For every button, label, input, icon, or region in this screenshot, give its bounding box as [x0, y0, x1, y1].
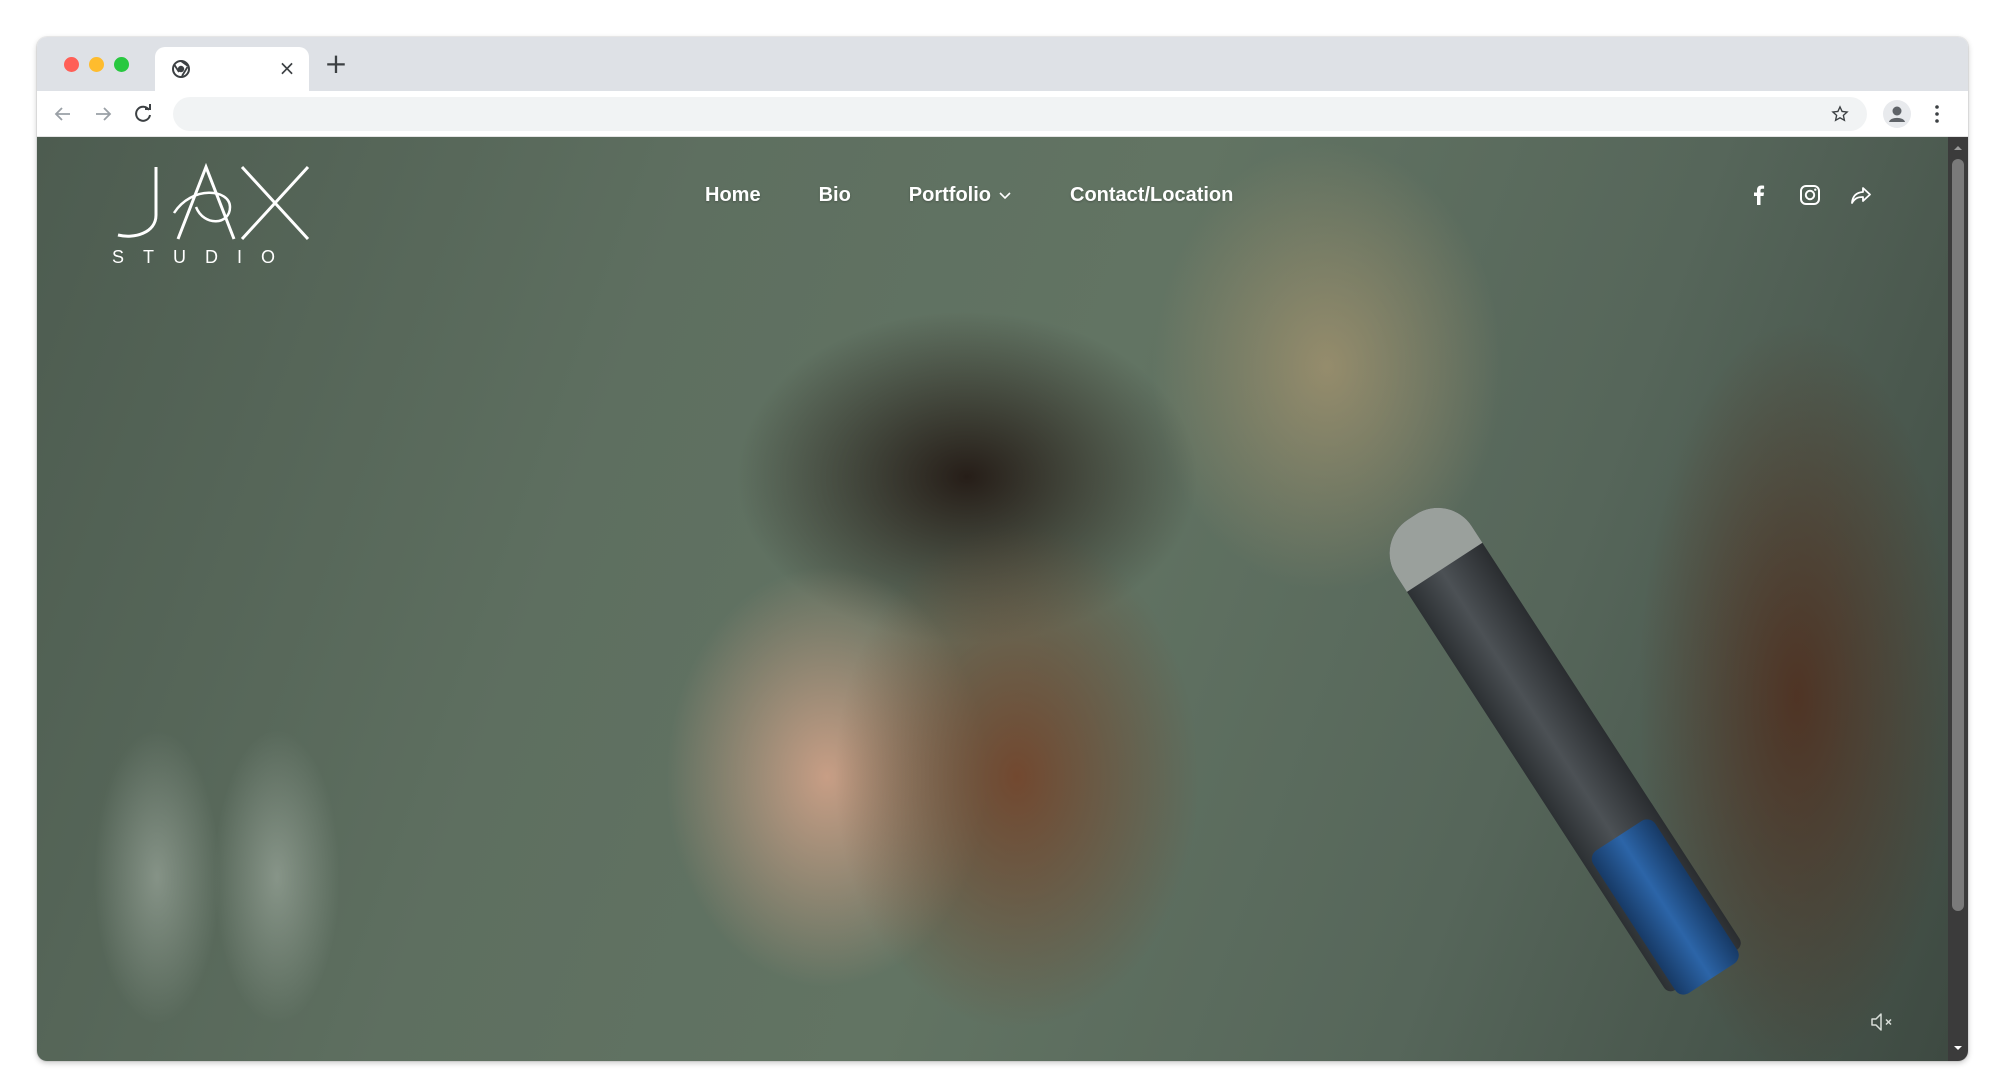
- nav-bio-link[interactable]: Bio: [819, 184, 851, 207]
- logo-subtitle: STUDIO: [112, 247, 295, 267]
- tab-close-icon[interactable]: ×: [277, 57, 297, 79]
- logo-mark: [117, 163, 310, 241]
- scroll-up-arrow-icon[interactable]: [1948, 141, 1968, 155]
- minimize-window-button[interactable]: [89, 57, 104, 72]
- instagram-icon[interactable]: [1798, 183, 1822, 207]
- nav-contact-location-link[interactable]: Contact/Location: [1070, 184, 1233, 207]
- forward-arrow-icon[interactable]: [91, 102, 115, 126]
- bookmark-star-icon[interactable]: [1831, 105, 1849, 123]
- nav-contact-location-label: Contact/Location: [1070, 183, 1234, 206]
- browser-window: × + STUDIO Home Bio Portfolio Contact/Lo…: [37, 37, 1968, 1061]
- browser-tab[interactable]: ×: [155, 47, 309, 91]
- new-tab-button[interactable]: +: [323, 50, 349, 78]
- scrollbar-thumb[interactable]: [1952, 159, 1964, 911]
- reload-icon[interactable]: [131, 102, 155, 126]
- url-input[interactable]: [191, 97, 1791, 131]
- chrome-favicon-icon: [172, 60, 190, 78]
- chevron-down-icon: [999, 192, 1011, 200]
- mute-icon[interactable]: [1869, 1010, 1897, 1034]
- main-navigation: Home Bio Portfolio Contact/Location: [705, 181, 1233, 209]
- nav-home-link[interactable]: Home: [705, 184, 761, 207]
- profile-icon[interactable]: [1883, 100, 1911, 128]
- nav-bio-label: Bio: [818, 183, 851, 206]
- back-arrow-icon[interactable]: [51, 102, 75, 126]
- share-icon[interactable]: [1849, 183, 1873, 207]
- nav-home-label: Home: [705, 183, 761, 206]
- facebook-icon[interactable]: [1747, 183, 1771, 207]
- address-bar[interactable]: [173, 97, 1867, 131]
- browser-toolbar: [37, 91, 1968, 137]
- studio-logo[interactable]: STUDIO: [112, 163, 312, 273]
- kebab-menu-icon[interactable]: [1925, 102, 1949, 126]
- hero-curling-iron-shape: [1374, 492, 1744, 999]
- nav-portfolio-dropdown[interactable]: Portfolio: [909, 184, 1012, 207]
- maximize-window-button[interactable]: [114, 57, 129, 72]
- site-header: STUDIO Home Bio Portfolio Contact/Locati…: [37, 137, 1948, 297]
- tab-strip: × +: [37, 37, 1968, 91]
- page-scrollbar[interactable]: [1948, 137, 1968, 1061]
- nav-portfolio-label: Portfolio: [908, 183, 992, 206]
- close-window-button[interactable]: [64, 57, 79, 72]
- page-viewport: STUDIO Home Bio Portfolio Contact/Locati…: [37, 137, 1968, 1061]
- scroll-down-arrow-icon[interactable]: [1948, 1041, 1968, 1055]
